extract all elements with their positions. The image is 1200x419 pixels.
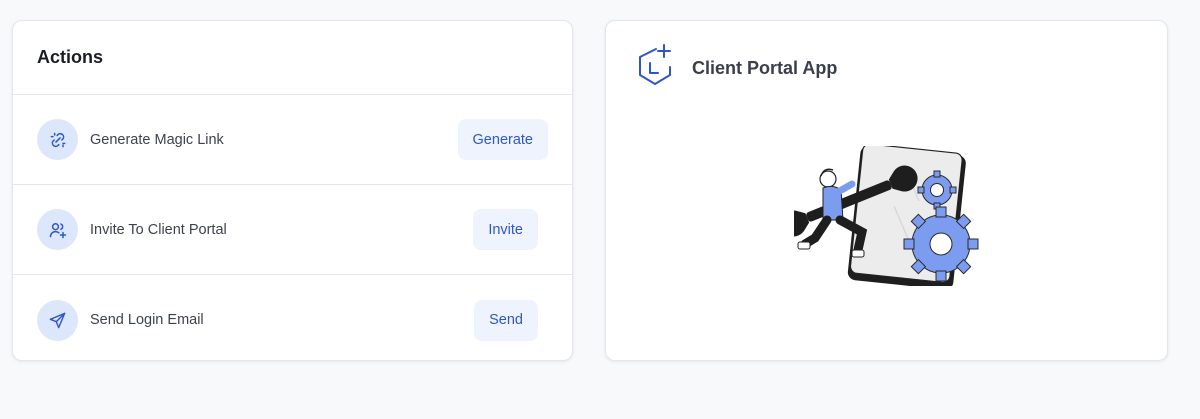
action-row-invite-client-portal: Invite To Client Portal Invite <box>13 185 572 275</box>
send-icon <box>37 299 78 341</box>
generate-button[interactable]: Generate <box>457 119 548 160</box>
action-label: Invite To Client Portal <box>90 221 227 238</box>
send-button[interactable]: Send <box>474 299 538 341</box>
user-plus-icon <box>37 209 78 250</box>
actions-card: Actions Generate Magic Link Generate Inv… <box>12 20 573 361</box>
maintenance-illustration <box>780 143 984 291</box>
portal-title: Client Portal App <box>692 58 838 78</box>
actions-title: Actions <box>37 47 104 67</box>
client-portal-card: Client Portal App <box>605 20 1168 361</box>
action-row-generate-magic-link: Generate Magic Link Generate <box>13 95 572 185</box>
action-label: Generate Magic Link <box>90 131 224 148</box>
action-row-send-login-email: Send Login Email Send <box>13 275 572 360</box>
magic-link-icon <box>37 119 78 160</box>
action-label: Send Login Email <box>90 312 204 328</box>
portal-header: Client Portal App <box>634 43 837 94</box>
invite-button[interactable]: Invite <box>473 209 538 250</box>
actions-header: Actions <box>13 21 572 95</box>
portal-logo-icon <box>634 43 676 94</box>
